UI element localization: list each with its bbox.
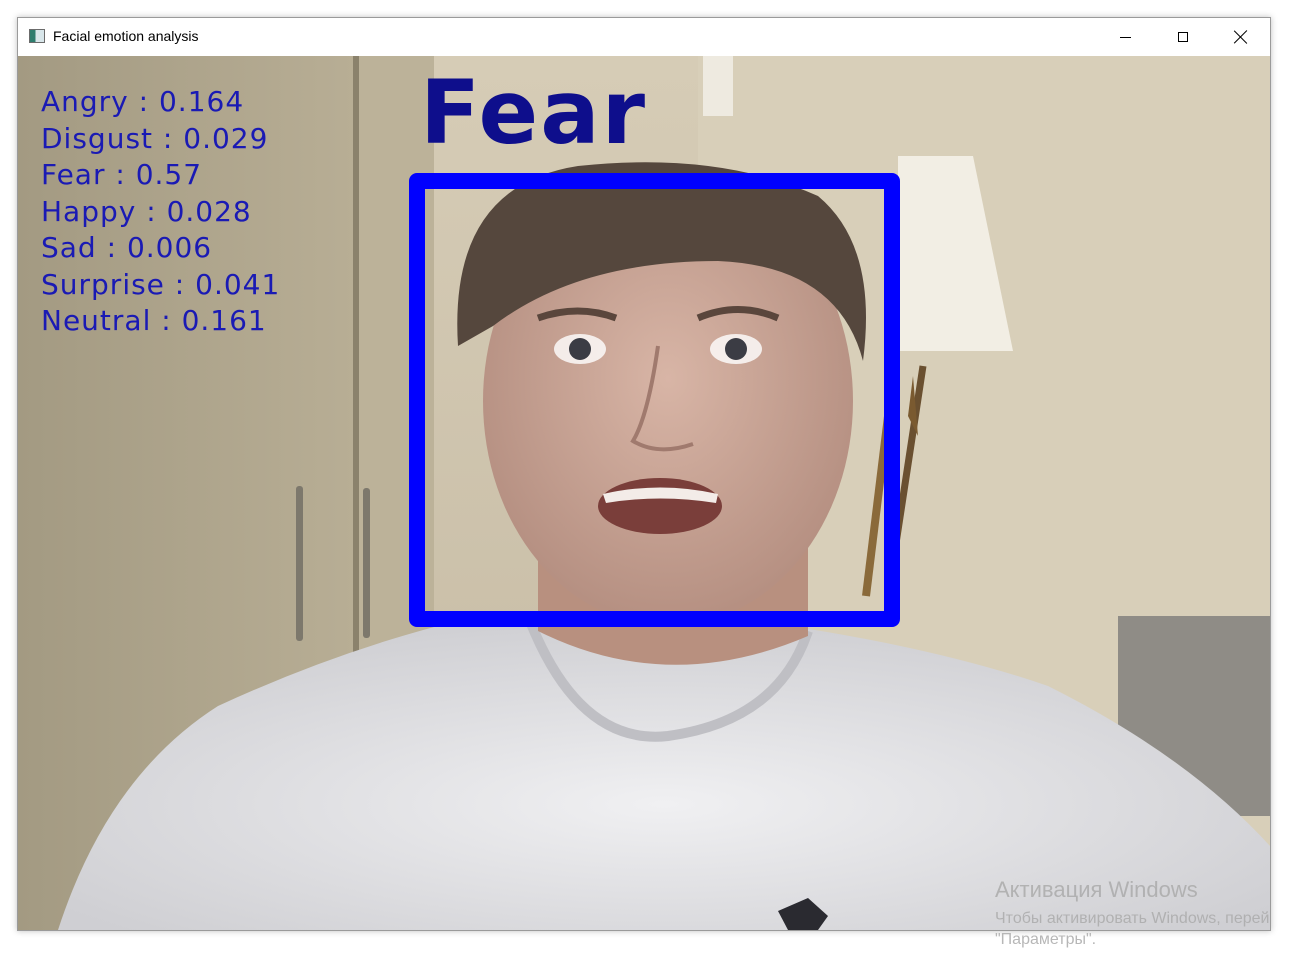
close-button[interactable] [1212, 18, 1270, 56]
score-angry: Angry : 0.164 [41, 85, 245, 118]
window-frame [703, 56, 733, 116]
emotion-scores: Angry : 0.164 Disgust : 0.029 Fear : 0.5… [41, 84, 280, 340]
score-fear: Fear : 0.57 [41, 158, 203, 191]
score-disgust: Disgust : 0.029 [41, 121, 269, 155]
app-icon [29, 29, 45, 43]
video-viewport: Fear Angry : 0.164 Disgust : 0.029 Fear … [18, 56, 1270, 930]
watermark-line: Чтобы активировать Windows, перей [995, 910, 1270, 927]
score-surprise: Surprise : 0.041 [41, 267, 281, 301]
watermark-title: Активация Windows [995, 877, 1198, 902]
maximize-button[interactable] [1154, 18, 1212, 56]
score-happy: Happy : 0.028 [41, 194, 252, 228]
title-bar[interactable]: Facial emotion analysis [18, 18, 1270, 57]
windows-activation-watermark: Активация Windows Чтобы активировать Win… [995, 877, 1269, 950]
left-pupil [569, 338, 591, 360]
right-pupil [725, 338, 747, 360]
door-handle [296, 486, 303, 641]
mouth [598, 478, 722, 534]
watermark-line: "Параметры". [995, 931, 1097, 948]
score-sad: Sad : 0.006 [41, 231, 213, 264]
maximize-icon [1178, 32, 1188, 42]
door-handle [363, 488, 370, 638]
window-title: Facial emotion analysis [53, 28, 199, 44]
minimize-icon [1119, 36, 1131, 38]
score-neutral: Neutral : 0.161 [41, 304, 267, 337]
app-window: Facial emotion analysis Fear Angry: 0.1… [17, 17, 1271, 931]
detected-emotion-label: Fear [420, 61, 648, 164]
close-icon [1234, 30, 1248, 44]
minimize-button[interactable] [1096, 18, 1154, 56]
